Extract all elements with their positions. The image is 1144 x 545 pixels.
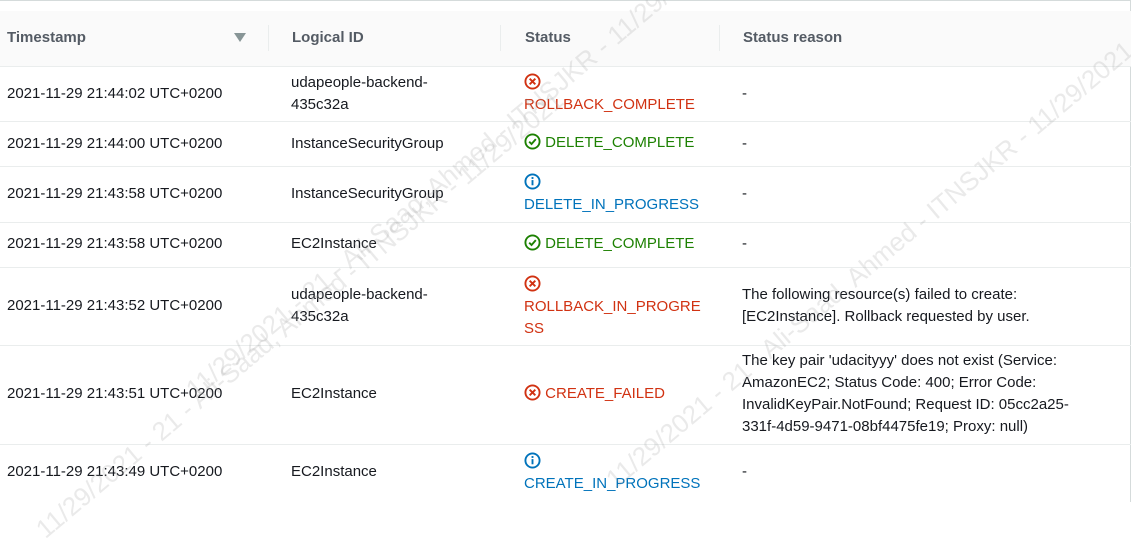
column-header-status[interactable]: Status bbox=[525, 11, 571, 66]
status-reason-line: AmazonEC2; Status Code: 400; Error Code: bbox=[742, 374, 1037, 391]
status-reason-cell: - bbox=[742, 235, 747, 252]
logical-id-cell: EC2Instance bbox=[291, 385, 377, 402]
status-reason-cell: - bbox=[742, 85, 747, 102]
events-table: Timestamp Logical ID Status Status reaso… bbox=[0, 0, 1144, 544]
info-circle-icon bbox=[524, 452, 541, 469]
column-divider[interactable] bbox=[500, 25, 501, 51]
status-text: SS bbox=[524, 320, 545, 337]
table-row: 2021-11-29 21:44:02 UTC+0200 udapeople-b… bbox=[0, 67, 1131, 122]
status-text: DELETE_COMPLETE bbox=[545, 134, 695, 151]
logical-id-line: 435c32a bbox=[291, 308, 349, 325]
sort-descending-icon[interactable] bbox=[234, 33, 246, 42]
logical-id-cell: InstanceSecurityGroup bbox=[291, 185, 444, 202]
status-cell: DELETE_IN_PROGRESS bbox=[524, 172, 724, 216]
logical-id-cell: udapeople-backend- 435c32a bbox=[291, 284, 491, 328]
column-divider[interactable] bbox=[268, 25, 269, 51]
error-x-circle-icon bbox=[524, 73, 541, 90]
status-reason-cell: - bbox=[742, 135, 747, 152]
column-header-status-reason[interactable]: Status reason bbox=[743, 11, 842, 66]
timestamp-cell: 2021-11-29 21:43:58 UTC+0200 bbox=[7, 185, 223, 202]
table-row: 2021-11-29 21:43:52 UTC+0200 udapeople-b… bbox=[0, 268, 1131, 346]
logical-id-cell: EC2Instance bbox=[291, 463, 377, 480]
timestamp-cell: 2021-11-29 21:44:02 UTC+0200 bbox=[7, 85, 223, 102]
timestamp-cell: 2021-11-29 21:44:00 UTC+0200 bbox=[7, 135, 223, 152]
logical-id-cell: EC2Instance bbox=[291, 235, 377, 252]
status-cell: CREATE_FAILED bbox=[524, 383, 724, 405]
status-reason-cell: - bbox=[742, 185, 747, 202]
success-check-circle-icon bbox=[524, 133, 541, 150]
info-circle-icon bbox=[524, 173, 541, 190]
logical-id-cell: udapeople-backend- 435c32a bbox=[291, 72, 491, 116]
status-cell: ROLLBACK_IN_PROGRE SS bbox=[524, 274, 724, 340]
column-divider[interactable] bbox=[719, 25, 720, 51]
logical-id-line: udapeople-backend- bbox=[291, 74, 428, 91]
timestamp-cell: 2021-11-29 21:43:49 UTC+0200 bbox=[7, 463, 223, 480]
table-header: Timestamp Logical ID Status Status reaso… bbox=[0, 11, 1131, 67]
status-reason-line: The following resource(s) failed to crea… bbox=[742, 286, 1018, 303]
timestamp-cell: 2021-11-29 21:43:52 UTC+0200 bbox=[7, 297, 223, 314]
table-row: 2021-11-29 21:43:49 UTC+0200 EC2Instance… bbox=[0, 445, 1131, 503]
status-text: CREATE_FAILED bbox=[545, 385, 665, 402]
status-text: DELETE_COMPLETE bbox=[545, 235, 695, 252]
timestamp-cell: 2021-11-29 21:43:51 UTC+0200 bbox=[7, 385, 223, 402]
timestamp-cell: 2021-11-29 21:43:58 UTC+0200 bbox=[7, 235, 223, 252]
status-cell: DELETE_COMPLETE bbox=[524, 132, 724, 154]
table-row: 2021-11-29 21:43:58 UTC+0200 InstanceSec… bbox=[0, 167, 1131, 223]
status-reason-cell: The key pair 'udacityyy' does not exist … bbox=[742, 350, 1117, 438]
success-check-circle-icon bbox=[524, 234, 541, 251]
status-reason-cell: - bbox=[742, 463, 747, 480]
status-cell: CREATE_IN_PROGRESS bbox=[524, 451, 724, 495]
status-text: ROLLBACK_IN_PROGRE bbox=[524, 298, 701, 315]
status-text: ROLLBACK_COMPLETE bbox=[524, 96, 695, 113]
scrollbar-track[interactable] bbox=[1131, 0, 1144, 502]
logical-id-line: udapeople-backend- bbox=[291, 286, 428, 303]
logical-id-line: 435c32a bbox=[291, 96, 349, 113]
status-reason-line: 331f-4d59-9471-08bf4475fe19; Proxy: null… bbox=[742, 418, 1029, 435]
status-cell: ROLLBACK_COMPLETE bbox=[524, 72, 724, 116]
status-text: CREATE_IN_PROGRESS bbox=[524, 475, 701, 492]
table-row: 2021-11-29 21:43:51 UTC+0200 EC2Instance… bbox=[0, 346, 1131, 445]
logical-id-cell: InstanceSecurityGroup bbox=[291, 135, 444, 152]
status-cell: DELETE_COMPLETE bbox=[524, 233, 724, 255]
status-reason-line: The key pair 'udacityyy' does not exist … bbox=[742, 352, 1058, 369]
status-reason-line: [EC2Instance]. Rollback requested by use… bbox=[742, 308, 1030, 325]
error-x-circle-icon bbox=[524, 384, 541, 401]
status-text: DELETE_IN_PROGRESS bbox=[524, 196, 700, 213]
column-header-timestamp[interactable]: Timestamp bbox=[7, 11, 86, 66]
table-row: 2021-11-29 21:43:58 UTC+0200 EC2Instance… bbox=[0, 223, 1131, 268]
table-row: 2021-11-29 21:44:00 UTC+0200 InstanceSec… bbox=[0, 122, 1131, 167]
error-x-circle-icon bbox=[524, 275, 541, 292]
status-reason-line: InvalidKeyPair.NotFound; Request ID: 05c… bbox=[742, 396, 1069, 413]
column-header-logical-id[interactable]: Logical ID bbox=[292, 11, 364, 66]
status-reason-cell: The following resource(s) failed to crea… bbox=[742, 284, 1117, 328]
